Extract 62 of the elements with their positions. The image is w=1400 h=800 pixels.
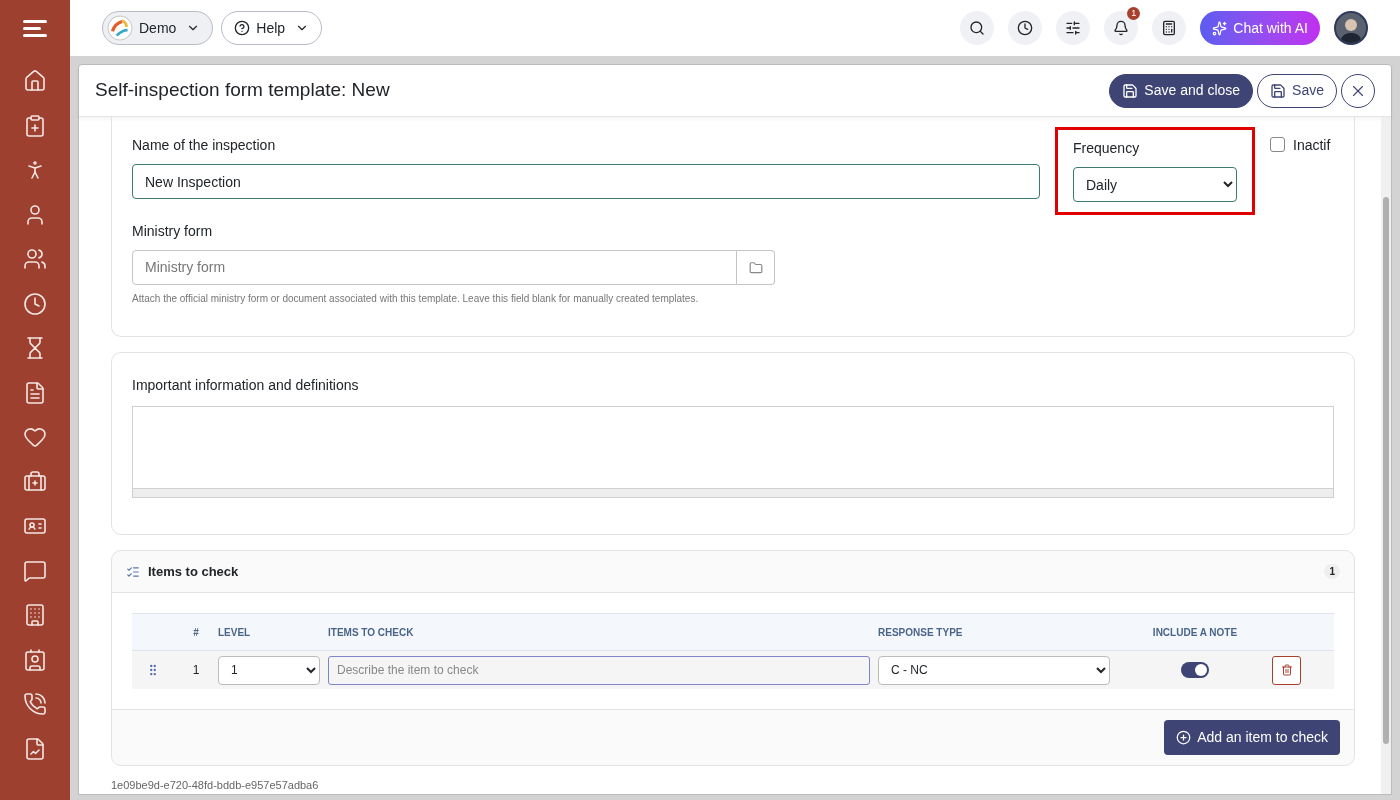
delete-button[interactable]	[1272, 655, 1301, 685]
item-count: 1	[1324, 564, 1340, 579]
medical-kit-icon[interactable]	[23, 469, 47, 494]
column-header: #	[192, 625, 200, 640]
frequency-select[interactable]: Daily	[1073, 167, 1237, 202]
avatar[interactable]	[1334, 11, 1368, 45]
building-icon[interactable]	[23, 603, 47, 627]
column-header: LEVEL	[218, 625, 252, 640]
record-id: 1e09be9d-e720-48fd-bddb-e957e57adba6	[111, 778, 320, 793]
document-icon[interactable]	[23, 380, 47, 405]
checkbox-label: Inactif	[1293, 136, 1331, 155]
modal-title: Self-inspection form template: New	[95, 78, 391, 103]
people-icon[interactable]	[23, 247, 47, 271]
field-label: Frequency	[1073, 139, 1141, 158]
history-button[interactable]	[1008, 11, 1043, 45]
item-description-field[interactable]: Describe the item to check	[328, 655, 870, 685]
search-icon	[969, 20, 986, 36]
help-button[interactable]: Help	[221, 11, 323, 45]
notifications-button[interactable]	[1104, 11, 1139, 45]
ministry-form-field[interactable]: Ministry form	[132, 250, 737, 285]
contact-card-icon[interactable]	[23, 647, 47, 672]
plus-icon	[1176, 730, 1192, 745]
search-button[interactable]	[960, 11, 995, 45]
folder-icon	[748, 260, 763, 275]
house-icon[interactable]	[23, 69, 47, 93]
chat-icon[interactable]	[23, 558, 47, 583]
field-label: Important information and definitions	[132, 376, 360, 395]
row-number: 1	[191, 662, 201, 679]
calculator-icon	[1161, 20, 1178, 36]
menu-icon[interactable]	[23, 20, 47, 37]
checklist-icon	[126, 564, 140, 579]
notification-count: 1	[1127, 7, 1141, 20]
sparkle-icon	[1212, 20, 1228, 36]
save-and-close-button[interactable]: Save and close	[1109, 73, 1254, 108]
trash-icon	[1280, 664, 1293, 676]
logo-icon	[107, 15, 133, 41]
add-item-button[interactable]: Add an item to check	[1164, 720, 1340, 755]
section-title: Items to check	[148, 562, 240, 581]
column-header: ITEMS TO CHECK	[328, 625, 415, 640]
chat-with-ai-button[interactable]: Chat with AI	[1200, 11, 1320, 45]
help-icon	[234, 20, 251, 36]
clock-icon	[1017, 20, 1034, 36]
bell-icon	[1113, 20, 1130, 36]
phone-icon[interactable]	[23, 692, 47, 716]
field-label: Ministry form	[132, 222, 214, 241]
report-icon[interactable]	[23, 736, 47, 761]
save-button[interactable]: Save	[1257, 73, 1337, 108]
include-note-toggle[interactable]	[1181, 662, 1209, 678]
sliders-icon	[1065, 20, 1082, 36]
calculator-button[interactable]	[1152, 11, 1187, 45]
clipboard-icon[interactable]	[23, 113, 47, 138]
settings-button[interactable]	[1056, 11, 1091, 45]
heart-icon[interactable]	[23, 425, 47, 449]
column-header: INCLUDE A NOTE	[1151, 625, 1239, 640]
level-select[interactable]: 1	[218, 655, 320, 685]
column-header: RESPONSE TYPE	[878, 625, 964, 640]
help-text: Attach the official ministry form or document associated with this template. Leave this field blank for manually created templates.	[132, 292, 700, 306]
field-label: Name of the inspection	[132, 136, 277, 155]
response-type-select[interactable]: C - NC	[878, 655, 1110, 685]
clock-icon[interactable]	[23, 291, 47, 316]
inspection-name-field[interactable]: New Inspection	[132, 164, 1040, 199]
workspace-button[interactable]: Demo	[102, 11, 214, 45]
